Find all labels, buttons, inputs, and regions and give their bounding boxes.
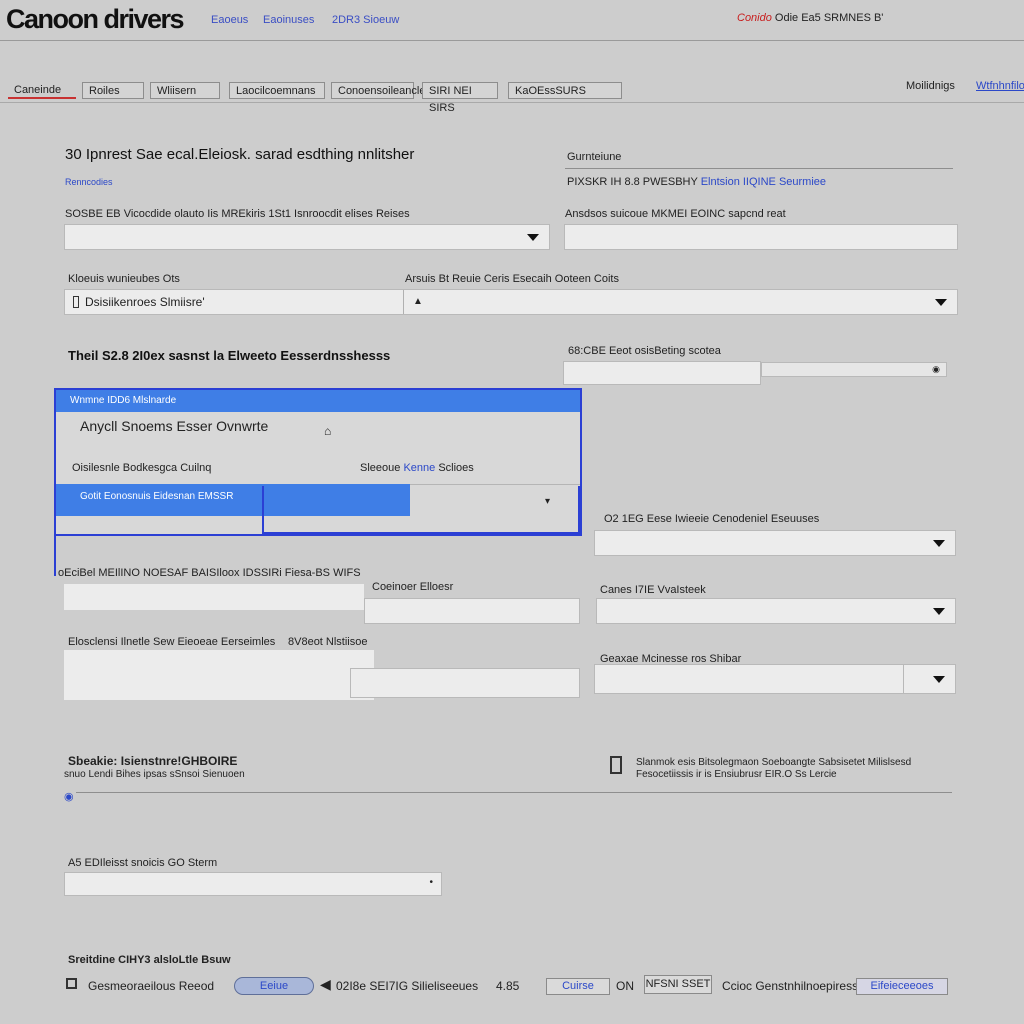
- section3-mid-input[interactable]: [364, 598, 580, 624]
- section1-link[interactable]: Renncodies: [65, 177, 113, 187]
- section3-right-label2: Canes I7IE VvaIsteek: [600, 584, 706, 596]
- dialog-line2-left[interactable]: Oisilesnle Bodkesgca Cuilnq: [72, 462, 211, 474]
- footer-glyph: ON: [616, 979, 634, 993]
- section4-right-sub: Fesocetiissis ir is Ensiubrusr EIR.O Ss …: [636, 769, 837, 780]
- section1-right-sub-text: PIXSKR IH 8.8 PWESBHY: [567, 176, 698, 188]
- chevron-down-icon: [935, 299, 947, 306]
- section4-title: Sbeakie: Isienstnre!GHBOIRE: [68, 754, 238, 768]
- footer-left-text: Gesmeoraeilous Reeod: [88, 979, 215, 993]
- section1-right-sub: PIXSKR IH 8.8 PWESBHY Elntsion IIQINE Se…: [567, 176, 826, 188]
- section1-right-title: Gurnteiune: [567, 151, 622, 163]
- spinner-icon: ◉: [932, 364, 940, 374]
- header-link-3[interactable]: 2DR3 Sioeuw: [332, 14, 399, 26]
- tab-5[interactable]: Conoensoileancle: [331, 82, 425, 99]
- section3-left-label2: Elosclensi Ilnetle Sew Eieoeae Eerseimle…: [68, 636, 276, 648]
- row2-separator: [403, 290, 404, 314]
- section3-right-select2[interactable]: [596, 598, 956, 624]
- section4-divider: [76, 792, 952, 793]
- row1-left-select[interactable]: [64, 224, 550, 250]
- section4-right-title: Slanmok esis Bitsolegmaon Soeboangte Sab…: [636, 757, 912, 768]
- row1-right-input[interactable]: [564, 224, 958, 250]
- section3-mid-label: Coeinoer Elloesr: [372, 581, 454, 593]
- dialog-line2-rightword: Sclioes: [438, 462, 474, 474]
- row2-select-value: Dsisiikenroes Slmiisre': [85, 295, 205, 309]
- row1-right-label: Ansdsos suicoue MKMEI EOINC sapcnd reat: [565, 208, 786, 220]
- footer-pill-toggle[interactable]: Eeiue: [234, 977, 314, 995]
- row1-left-label: SOSBE EB Vicocdide olauto Iis MREkiris 1…: [65, 208, 410, 220]
- chevron-down-icon: [933, 540, 945, 547]
- footer-button-1[interactable]: Cuirse: [546, 978, 610, 995]
- section3-left-textarea[interactable]: [64, 650, 374, 700]
- section2-title: Theil S2.8 2I0ex sasnst la Elweeto Eesse…: [68, 348, 391, 363]
- section3-right-select[interactable]: [594, 530, 956, 556]
- footer-count: 4.85: [496, 979, 520, 993]
- section3-left-input[interactable]: [64, 584, 364, 610]
- section3-mid-input2[interactable]: [350, 668, 580, 698]
- chevron-down-icon: [527, 234, 539, 241]
- lock-icon: ⌂: [324, 424, 332, 438]
- footer-checkbox[interactable]: [66, 978, 77, 989]
- tabs-right-label: Moilidnigs: [906, 80, 955, 92]
- section3-mid-label2: 8V8eot Nlstiisoe: [288, 636, 368, 648]
- section1-right-sub-link[interactable]: Elntsion IIQINE Seurmiee: [701, 176, 826, 188]
- tab-4[interactable]: Laocilcoemnans: [229, 82, 325, 99]
- dialog-line2-mid: Sleeoue: [360, 462, 401, 474]
- chevron-down-icon: ▾: [544, 496, 550, 507]
- section2-right-label: 68:CBE Eeot osisBeting scotea: [568, 345, 721, 357]
- dot-icon: •: [429, 877, 433, 888]
- doc-icon: [73, 296, 79, 308]
- tab-7[interactable]: KaOEssSURS: [508, 82, 622, 99]
- header-account-text: Odie Ea5 SRMNES B': [774, 12, 884, 24]
- section5-label: A5 EDIleisst snoicis GO Sterm: [68, 857, 218, 869]
- dialog-title: Wnmne IDD6 Mlslnarde: [56, 390, 580, 412]
- tab-6[interactable]: SIRI NEI SIRS: [422, 82, 498, 114]
- header-account[interactable]: Conido Odie Ea5 SRMNES B': [737, 12, 883, 24]
- header-account-brand: Conido: [737, 12, 772, 24]
- chevron-down-icon: [933, 608, 945, 615]
- select-separator: [903, 665, 904, 693]
- section3-right-select3[interactable]: [594, 664, 956, 694]
- tab-3[interactable]: Wliisern: [150, 82, 220, 99]
- section4-sub: snuo Lendi Bihes ipsas sSnsoi Sienuoen: [64, 769, 245, 780]
- section5-input[interactable]: •: [64, 872, 442, 896]
- tabs-divider: [0, 102, 1024, 103]
- dialog-line2-right[interactable]: Sleeoue Kenne Sclioes: [360, 462, 474, 474]
- dialog-line2-link[interactable]: Kenne: [403, 462, 435, 474]
- info-icon[interactable]: ◉: [64, 790, 74, 803]
- footer-title: Sreitdine CIHY3 alsloLtle Bsuw: [68, 954, 231, 966]
- row2-left-label: Kloeuis wunieubes Ots: [68, 273, 180, 285]
- header-divider: [0, 40, 1024, 41]
- section1-title: 30 Ipnrest Sae ecal.Eleiosk. sarad esdth…: [65, 146, 415, 163]
- arrow-icon: ◀: [320, 976, 331, 992]
- footer-button-2[interactable]: NFSNI SSET: [644, 975, 712, 994]
- header-link-1[interactable]: Eaoeus: [211, 14, 248, 26]
- brand-logo: Canoon drivers: [6, 4, 185, 34]
- tabs-right-link[interactable]: Wtfnhnfilor: [976, 80, 1024, 92]
- tab-1[interactable]: Caneinde: [8, 82, 76, 99]
- row2-mid-label: Arsuis Bt Reuie Ceris Esecaih Ooteen Coi…: [405, 273, 619, 285]
- header-link-2[interactable]: Eaoinuses: [263, 14, 314, 26]
- cursor-icon: ▲: [413, 296, 423, 307]
- dialog-line1[interactable]: Anycll Snoems Esser Ovnwrte: [80, 418, 268, 434]
- tab-2[interactable]: Roiles: [82, 82, 144, 99]
- footer-mid-text: 02I8e SEI7IG Silieliseeues: [336, 979, 479, 993]
- section3-left-label: oEciBel MEIlINO NOESAF BAISIloox IDSSIRi…: [58, 567, 361, 579]
- checkbox-icon[interactable]: [610, 756, 622, 774]
- section1-right-divider: [565, 168, 953, 169]
- row2-select[interactable]: Dsisiikenroes Slmiisre' ▲: [64, 289, 958, 315]
- section3-right-label: O2 1EG Eese Iwieeie Cenodeniel Eseuuses: [604, 513, 820, 525]
- section2-right-input[interactable]: [563, 361, 761, 385]
- footer-right-link[interactable]: Eifeieceeoes: [856, 978, 948, 995]
- dialog-focus-edge: [54, 536, 56, 576]
- footer-right-text: Ccioc Genstnhilnoepiress: [722, 979, 859, 993]
- dialog-combo-box[interactable]: ▾: [262, 486, 580, 534]
- chevron-down-icon: [933, 676, 945, 683]
- section2-right-spinner[interactable]: ◉: [761, 362, 947, 377]
